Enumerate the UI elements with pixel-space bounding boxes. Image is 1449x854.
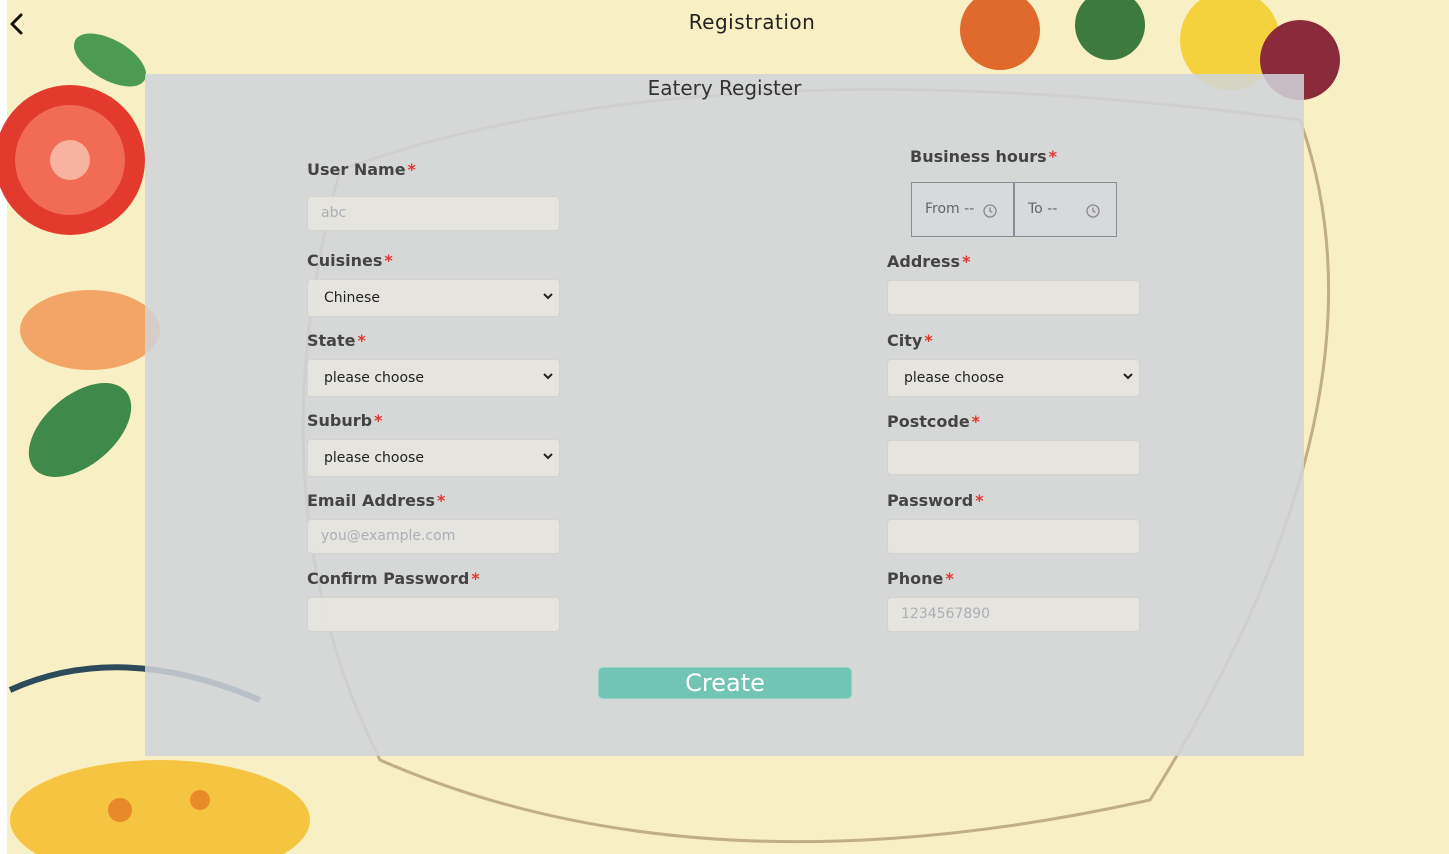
state-label: State * [307, 331, 366, 350]
confirm-password-label: Confirm Password * [307, 569, 480, 588]
postcode-label: Postcode * [887, 412, 981, 431]
chevron-down-icon [543, 453, 553, 460]
chevron-down-icon [543, 373, 553, 380]
clock-icon [1086, 204, 1100, 218]
clock-icon [983, 204, 997, 218]
state-select[interactable]: please choose [307, 359, 560, 397]
user-name-label: User Name * [307, 160, 416, 179]
business-hours-from-input[interactable]: From -- [911, 182, 1014, 237]
suburb-label: Suburb * [307, 411, 383, 430]
postcode-input[interactable] [887, 440, 1140, 475]
password-label: Password * [887, 491, 984, 510]
create-button[interactable]: Create [598, 667, 852, 699]
email-label: Email Address * [307, 491, 446, 510]
email-input[interactable]: you@example.com [307, 519, 560, 554]
address-input[interactable] [887, 280, 1140, 315]
user-name-input[interactable]: abc [307, 196, 560, 231]
page-title: Registration [688, 10, 816, 34]
suburb-select[interactable]: please choose [307, 439, 560, 477]
address-label: Address * [887, 252, 971, 271]
business-hours-to-input[interactable]: To -- [1014, 182, 1117, 237]
business-hours-label: Business hours * [910, 147, 1058, 166]
chevron-down-icon [1123, 373, 1133, 380]
phone-input[interactable]: 1234567890 [887, 597, 1140, 632]
confirm-password-input[interactable] [307, 597, 560, 632]
phone-label: Phone * [887, 569, 954, 588]
city-label: City * [887, 331, 933, 350]
form-title: Eatery Register [647, 76, 802, 100]
chevron-down-icon [543, 293, 553, 300]
password-input[interactable] [887, 519, 1140, 554]
cuisines-label: Cuisines * [307, 251, 393, 270]
city-select[interactable]: please choose [887, 359, 1140, 397]
cuisines-select[interactable]: Chinese [307, 279, 560, 317]
